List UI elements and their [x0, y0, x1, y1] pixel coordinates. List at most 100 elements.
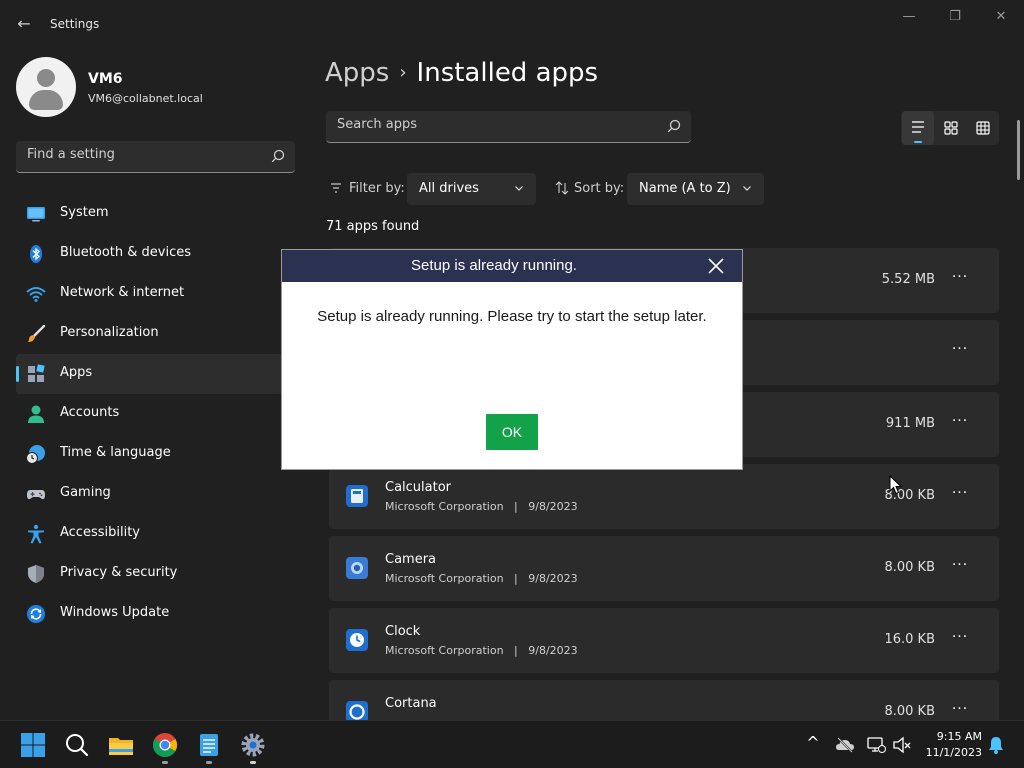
app-name: Calculator [385, 480, 452, 495]
sidebar-item-system[interactable]: System [16, 194, 282, 234]
more-options-button[interactable]: ··· [947, 266, 973, 292]
avatar[interactable] [16, 57, 76, 117]
windows-start-icon[interactable] [19, 731, 47, 759]
more-options-button[interactable]: ··· [947, 410, 973, 436]
sort-value: Name (A to Z) [639, 181, 731, 196]
sidebar-item-network[interactable]: Network & internet [16, 274, 282, 314]
app-meta: Microsoft Corporation | 9/8/2023 [385, 500, 578, 513]
sidebar-item-label: Personalization [60, 325, 159, 340]
clock-icon [346, 629, 368, 651]
sidebar-item-time-language[interactable]: Time & language [16, 434, 282, 474]
view-toggle-group [901, 111, 999, 145]
filter-dropdown[interactable]: All drives [407, 173, 536, 205]
app-name: Clock [385, 624, 421, 639]
sidebar-item-personalization[interactable]: Personalization [16, 314, 282, 354]
more-options-button[interactable]: ··· [947, 698, 973, 720]
show-hidden-icons-chevron-icon[interactable]: ^ [803, 733, 823, 753]
setup-dialog: Setup is already running. Setup is alrea… [281, 249, 743, 470]
camera-icon [346, 557, 368, 579]
sidebar-item-accounts[interactable]: Accounts [16, 394, 282, 434]
network-status-icon[interactable] [866, 735, 886, 755]
onedrive-offline-icon[interactable] [835, 735, 855, 755]
more-options-button[interactable]: ··· [947, 482, 973, 508]
close-icon[interactable] [706, 256, 726, 276]
close-window-button[interactable]: ✕ [978, 6, 1024, 28]
chevron-down-icon [515, 186, 523, 191]
app-date: 9/8/2023 [528, 500, 578, 513]
sort-dropdown[interactable]: Name (A to Z) [627, 173, 764, 205]
sort-label: Sort by: [574, 181, 625, 196]
sidebar-item-bluetooth[interactable]: Bluetooth & devices [16, 234, 282, 274]
app-name: Cortana [385, 696, 437, 711]
breadcrumb-apps-link[interactable]: Apps [325, 58, 389, 88]
app-publisher: Microsoft Corporation [385, 500, 504, 513]
meta-separator: | [514, 572, 518, 585]
accessibility-icon [28, 524, 44, 544]
window-title: Settings [50, 17, 100, 31]
running-indicator [250, 761, 256, 764]
clock-globe-icon [26, 445, 45, 464]
more-options-button[interactable]: ··· [947, 626, 973, 652]
running-indicator [206, 761, 212, 764]
meta-separator: | [514, 500, 518, 513]
list-view-button[interactable] [902, 111, 934, 145]
sidebar-item-label: Accessibility [60, 525, 140, 540]
breadcrumb: Apps › Installed apps [325, 58, 598, 88]
cortana-icon [346, 701, 368, 720]
file-explorer-icon[interactable] [107, 731, 135, 759]
filter-icon [331, 183, 341, 193]
sidebar-item-label: Gaming [60, 485, 111, 500]
chevron-down-icon [743, 186, 751, 191]
tile-view-button[interactable] [967, 111, 999, 145]
sidebar-item-label: System [60, 205, 109, 220]
sidebar-item-gaming[interactable]: Gaming [16, 474, 282, 514]
chrome-icon[interactable] [151, 731, 179, 759]
taskbar-time[interactable]: 9:15 AM [900, 730, 982, 743]
app-row-camera[interactable]: Camera Microsoft Corporation | 9/8/2023 … [329, 536, 999, 601]
sidebar-item-label: Network & internet [60, 285, 185, 300]
ok-button[interactable]: OK [486, 414, 538, 450]
sidebar-item-privacy[interactable]: Privacy & security [16, 554, 282, 594]
app-row-cortana[interactable]: Cortana 8.00 KB ··· [329, 680, 999, 720]
notification-bell-icon[interactable] [986, 735, 1006, 755]
running-indicator [162, 761, 168, 764]
taskbar-date[interactable]: 11/1/2023 [900, 746, 982, 759]
avatar-head [37, 69, 55, 87]
back-button[interactable]: ← [12, 12, 36, 36]
sidebar-item-windows-update[interactable]: Windows Update [16, 594, 282, 634]
meta-separator: | [514, 644, 518, 657]
bluetooth-icon [30, 245, 42, 263]
more-options-button[interactable]: ··· [947, 554, 973, 580]
scrollbar-thumb[interactable] [1017, 120, 1020, 180]
app-row-calculator[interactable]: Calculator Microsoft Corporation | 9/8/2… [329, 464, 999, 529]
brush-icon [28, 324, 46, 342]
minimize-button[interactable]: — [886, 6, 932, 28]
more-options-button[interactable]: ··· [947, 338, 973, 364]
tile-view-icon [976, 121, 990, 135]
search-apps-input[interactable] [337, 117, 557, 132]
sidebar-item-apps[interactable]: Apps [16, 354, 282, 394]
find-setting-input[interactable] [27, 147, 247, 162]
app-row-clock[interactable]: Clock Microsoft Corporation | 9/8/2023 1… [329, 608, 999, 673]
sidebar-nav: System Bluetooth & devices Network & int… [16, 194, 282, 634]
mouse-cursor-icon [889, 475, 903, 495]
sidebar-item-label: Bluetooth & devices [60, 245, 191, 260]
sidebar-item-accessibility[interactable]: Accessibility [16, 514, 282, 554]
filter-value: All drives [419, 181, 479, 196]
restore-button[interactable]: ❐ [932, 6, 978, 28]
search-icon[interactable] [271, 149, 285, 163]
app-meta: Microsoft Corporation | 9/8/2023 [385, 572, 578, 585]
grid-view-button[interactable] [935, 111, 967, 145]
notepad-icon[interactable] [195, 731, 223, 759]
update-icon [27, 605, 45, 623]
settings-gear-icon[interactable] [239, 731, 267, 759]
accounts-icon [28, 405, 44, 423]
search-icon[interactable] [667, 119, 681, 133]
title-bar: ← Settings — ❐ ✕ [0, 0, 1024, 48]
sort-icon [555, 181, 569, 195]
network-icon [26, 287, 46, 302]
user-email: VM6@collabnet.local [88, 92, 203, 105]
page-title: Installed apps [416, 58, 599, 88]
search-icon[interactable] [63, 731, 91, 759]
app-publisher: Microsoft Corporation [385, 572, 504, 585]
